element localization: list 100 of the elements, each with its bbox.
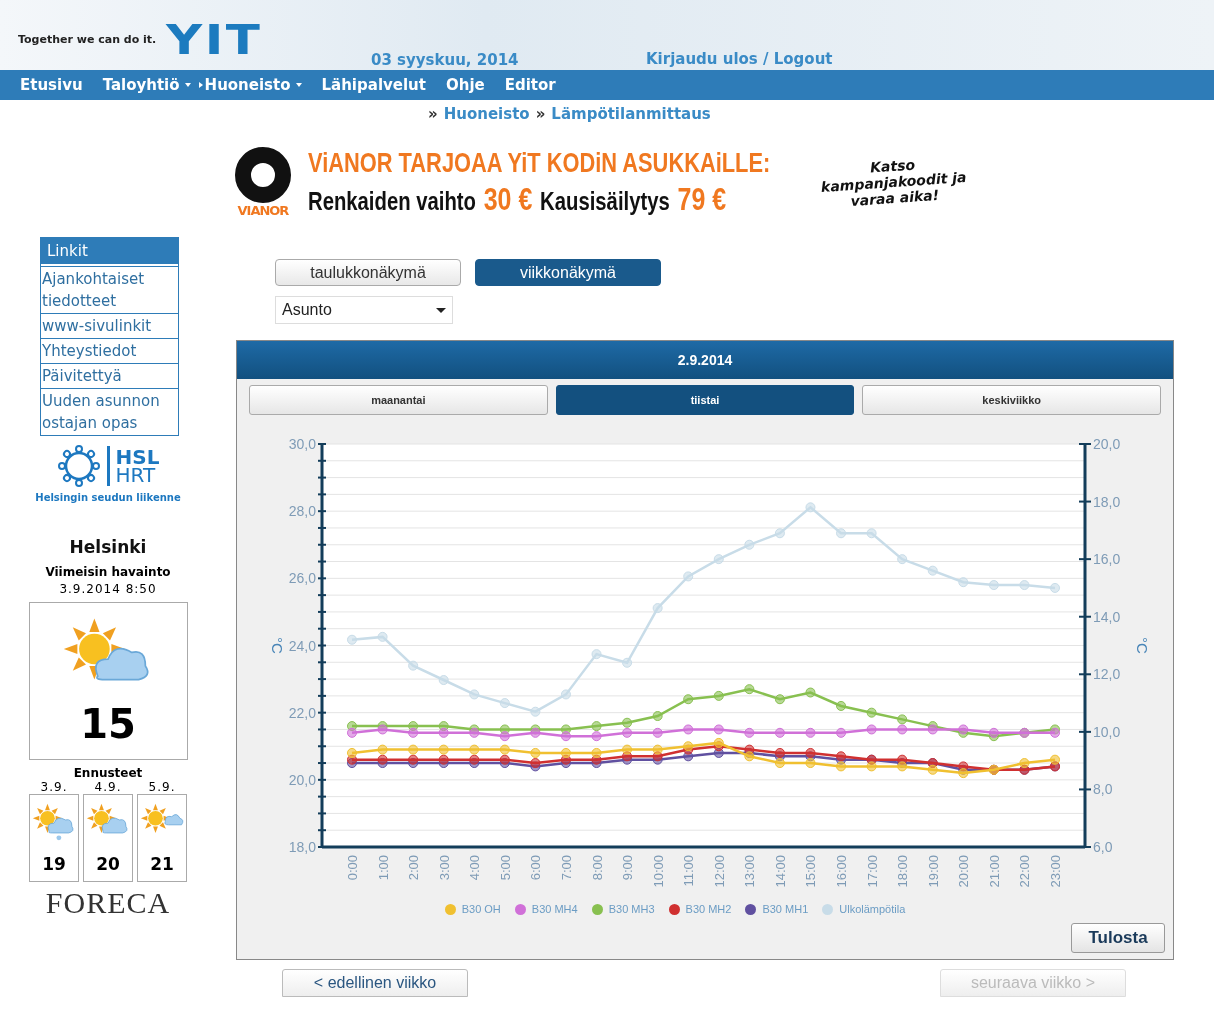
caret-icon[interactable] — [295, 83, 302, 87]
hsl-caption: Helsingin seudun liikenne — [35, 492, 181, 503]
point — [560, 747, 571, 758]
point — [774, 747, 785, 758]
legend-label[interactable]: B30 OH — [461, 903, 501, 915]
sidebar-link[interactable]: Uuden asunnon ostajan opas — [41, 388, 178, 435]
axis-label: 8,0 — [1093, 781, 1113, 798]
point — [774, 694, 785, 705]
axis-label: 18,0 — [288, 839, 316, 855]
axis-label: 9:00 — [620, 855, 636, 881]
nav-item[interactable]: Lähipalvelut — [321, 76, 426, 94]
point — [622, 744, 633, 755]
point — [988, 727, 999, 738]
previous-week-button[interactable]: < edellinen viikko — [282, 969, 468, 997]
point — [713, 737, 724, 748]
point — [652, 744, 663, 755]
point — [530, 747, 541, 758]
legend-label[interactable]: B30 MH2 — [685, 903, 732, 915]
point — [560, 731, 571, 742]
hrt-logo-text: HRT — [115, 466, 156, 484]
view-tab[interactable]: taulukkonäkymä — [275, 259, 461, 286]
sidebar-link[interactable]: www-sivulinkit — [41, 313, 178, 338]
brand-name: VIANOR — [237, 202, 289, 218]
axis-label: 12:00 — [711, 855, 727, 888]
legend-label[interactable]: B30 MH3 — [608, 903, 655, 915]
nav-item[interactable]: Huoneisto — [204, 76, 291, 94]
point — [438, 675, 449, 686]
point — [927, 565, 938, 576]
day-tab[interactable]: tiistai — [555, 385, 855, 415]
breadcrumb-link[interactable]: Lämpötilanmittaus — [551, 105, 711, 127]
point — [438, 744, 449, 755]
point — [438, 754, 449, 765]
point — [499, 698, 510, 709]
point — [622, 717, 633, 728]
sun-ring-icon — [56, 444, 101, 488]
observation-time: 3.9.2014 8:50 — [59, 582, 157, 596]
axis-label: 30,0 — [288, 436, 316, 452]
axis-label: 4:00 — [467, 855, 483, 881]
point — [836, 761, 847, 772]
caret-icon[interactable] — [184, 83, 191, 87]
axis-label: 22,0 — [288, 704, 316, 721]
legend-label[interactable]: B30 MH1 — [762, 903, 809, 915]
nav-item[interactable]: Taloyhtiö — [102, 76, 180, 94]
point — [408, 754, 419, 765]
point — [958, 768, 969, 779]
date-label: 03 syyskuu, 2014 — [371, 51, 519, 69]
links-title: Linkit — [41, 238, 178, 266]
point — [438, 727, 449, 738]
breadcrumb-link[interactable]: Huoneisto — [443, 105, 530, 127]
point — [499, 744, 510, 755]
point — [836, 727, 847, 738]
legend-label[interactable]: Ulkolämpötila — [839, 903, 906, 915]
view-tab[interactable]: viikkonäkymä — [475, 259, 661, 286]
logout-link[interactable]: Kirjaudu ulos / Logout — [646, 50, 833, 68]
point — [988, 580, 999, 591]
day-tab[interactable]: keskiviikko — [862, 385, 1161, 415]
axis-label: 18,0 — [1093, 493, 1121, 510]
axis-label: 28,0 — [288, 503, 316, 520]
nav-item[interactable]: Etusivu — [20, 76, 83, 94]
axis-label: 8:00 — [589, 855, 605, 881]
axis-title: °C — [269, 637, 286, 654]
point — [469, 744, 480, 755]
point — [377, 754, 388, 765]
point — [377, 631, 388, 642]
axis-label: 14:00 — [772, 855, 788, 888]
axis-label: 14,0 — [1093, 608, 1121, 625]
axis-label: 1:00 — [375, 855, 391, 881]
point — [591, 747, 602, 758]
point — [652, 603, 663, 614]
point — [866, 707, 877, 718]
day-tab[interactable]: maanantai — [249, 385, 548, 415]
point — [774, 758, 785, 769]
ad-banner[interactable]: VIANOR ViANOR TARJOAA YiT KODiN ASUKKAiLLE: Renkaiden vaihto 30 € Kausisäilytys 79 € Katso kampanjakoodit ja varaa aika! — [232, 141, 972, 223]
point — [744, 727, 755, 738]
sidebar-link[interactable]: Päivitettyä — [41, 363, 178, 388]
axis-label: 21:00 — [986, 855, 1002, 888]
observation-label: Viimeisin havainto — [45, 565, 171, 579]
nav-item[interactable]: Editor — [504, 76, 556, 94]
point — [744, 539, 755, 550]
axis-label: 24,0 — [288, 637, 316, 654]
apartment-dropdown[interactable]: Asunto — [275, 296, 453, 324]
point — [927, 764, 938, 775]
point — [408, 727, 419, 738]
axis-label: 10,0 — [1093, 723, 1121, 740]
print-button[interactable]: Tulosta — [1071, 923, 1165, 953]
point — [683, 571, 694, 582]
logo[interactable]: YIT — [166, 24, 263, 56]
provider-logo[interactable]: FORECA — [45, 886, 171, 920]
point — [469, 689, 480, 700]
axis-label: 12,0 — [1093, 666, 1121, 683]
nav-item[interactable]: Ohje — [445, 76, 485, 94]
sidebar-link[interactable]: Yhteystiedot — [41, 338, 178, 363]
legend-label[interactable]: B30 MH4 — [531, 903, 578, 915]
forecast-date: 3.9. — [40, 780, 68, 794]
point — [652, 727, 663, 738]
point — [591, 649, 602, 660]
axis-label: 22:00 — [1017, 855, 1033, 888]
point — [897, 724, 908, 735]
point — [1019, 758, 1030, 769]
axis-label: 20,0 — [288, 771, 316, 788]
